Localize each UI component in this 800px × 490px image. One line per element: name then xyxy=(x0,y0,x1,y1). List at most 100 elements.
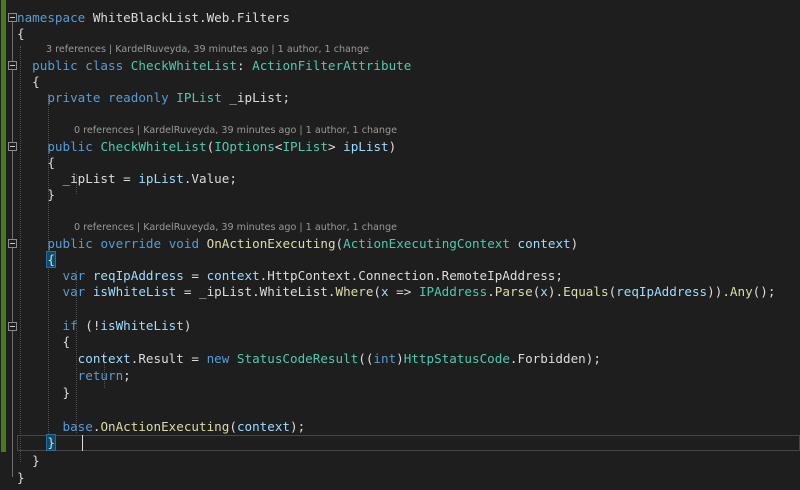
code-token: = _ipList.WhiteList. xyxy=(176,284,336,299)
collapse-class-icon[interactable] xyxy=(8,61,17,70)
code-line[interactable]: } xyxy=(17,470,25,486)
code-token: x xyxy=(381,284,389,299)
code-line[interactable]: private readonly IPList _ipList; xyxy=(17,90,290,106)
code-token: } xyxy=(62,385,71,400)
code-token: int xyxy=(373,351,397,366)
code-token: ActionExecutingContext xyxy=(343,236,510,251)
code-token: context xyxy=(517,236,571,251)
fold-line xyxy=(12,22,13,477)
code-line[interactable]: { xyxy=(17,155,55,171)
collapse-namespace-icon[interactable] xyxy=(8,13,17,22)
code-token: .Forbidden); xyxy=(509,351,601,366)
code-token: OnActionExecuting xyxy=(206,236,336,251)
code-line[interactable]: { xyxy=(17,74,40,90)
code-line[interactable]: { xyxy=(17,26,25,42)
current-line-highlight xyxy=(17,435,800,451)
code-token: ) xyxy=(570,236,579,251)
collapse-if-icon[interactable] xyxy=(8,322,17,331)
code-token: ActionFilterAttribute xyxy=(252,58,412,73)
code-token: Equals xyxy=(563,284,609,299)
code-token: return xyxy=(77,368,124,383)
code-line[interactable]: var reqIpAddress = context.HttpContext.C… xyxy=(17,268,563,284)
code-token: CheckWhiteList xyxy=(130,58,237,73)
code-token: ( xyxy=(335,236,344,251)
code-token: _ipList; xyxy=(221,90,291,105)
code-token: context xyxy=(77,351,131,366)
code-token: context xyxy=(206,268,260,283)
code-token: isWhiteList xyxy=(92,284,177,299)
code-token: var xyxy=(62,284,86,299)
code-token: Parse xyxy=(494,284,533,299)
code-token: namespace xyxy=(17,10,86,25)
code-line[interactable]: public class CheckWhiteList: ActionFilte… xyxy=(17,58,411,74)
change-tracking-bar xyxy=(1,0,6,452)
codelens-method[interactable]: 0 references | KardelRuveyda, 39 minutes… xyxy=(74,221,397,235)
code-editor[interactable]: namespace WhiteBlackList.Web.Filters { 3… xyxy=(0,0,800,490)
matched-brace: } xyxy=(46,434,56,451)
code-token: WhiteBlackList.Web.Filters xyxy=(85,10,290,25)
code-line[interactable]: } xyxy=(17,453,40,469)
code-token: ) xyxy=(396,351,404,366)
code-token: x xyxy=(540,284,548,299)
code-token: public xyxy=(47,236,93,251)
code-token: reqIpAddress xyxy=(92,268,184,283)
code-line[interactable]: { xyxy=(17,251,56,268)
code-token: isWhiteList xyxy=(100,318,184,333)
code-token: class xyxy=(85,58,124,73)
code-token: void xyxy=(168,236,200,251)
code-token: (( xyxy=(358,351,374,366)
codelens-class[interactable]: 3 references | KardelRuveyda, 39 minutes… xyxy=(46,43,369,57)
code-token: IPList xyxy=(282,139,328,154)
code-token: => xyxy=(388,284,419,299)
code-token: private xyxy=(47,90,101,105)
code-token: .Result = xyxy=(130,351,207,366)
code-token: reqIpAddress xyxy=(616,284,708,299)
code-token: = xyxy=(183,268,207,283)
code-token: base xyxy=(62,419,93,434)
code-token: (); xyxy=(752,284,776,299)
code-line[interactable]: } xyxy=(17,187,55,203)
code-token: ); xyxy=(290,419,306,434)
code-line[interactable]: if (!isWhiteList) xyxy=(17,318,192,334)
code-line[interactable]: var isWhiteList = _ipList.WhiteList.Wher… xyxy=(17,284,776,300)
code-line[interactable]: context.Result = new StatusCodeResult((i… xyxy=(17,351,601,367)
code-token: .Value; xyxy=(183,171,237,186)
collapse-method-icon[interactable] xyxy=(8,239,17,248)
code-token: > xyxy=(327,139,344,154)
code-token: . xyxy=(487,284,495,299)
code-line[interactable]: namespace WhiteBlackList.Web.Filters xyxy=(17,10,290,26)
code-line[interactable]: } xyxy=(17,434,56,451)
code-token: ( xyxy=(373,284,381,299)
code-token: HttpStatusCode xyxy=(403,351,510,366)
code-token: ipList xyxy=(343,139,389,154)
code-token: (! xyxy=(77,318,101,333)
code-line[interactable]: public override void OnActionExecuting(A… xyxy=(17,236,578,252)
text-cursor xyxy=(82,435,83,451)
codelens-constructor[interactable]: 0 references | KardelRuveyda, 39 minutes… xyxy=(74,124,397,138)
code-token: } xyxy=(32,453,40,468)
code-token: } xyxy=(47,187,55,202)
collapse-constructor-icon[interactable] xyxy=(8,142,17,151)
code-token: public xyxy=(32,58,78,73)
code-token: ) xyxy=(183,318,192,333)
code-line[interactable]: public CheckWhiteList(IOptions<IPList> i… xyxy=(17,139,396,155)
code-token: ) xyxy=(388,139,397,154)
code-line[interactable]: } xyxy=(17,385,71,401)
code-token: IPAddress xyxy=(418,284,488,299)
code-line[interactable]: _ipList = ipList.Value; xyxy=(17,171,237,187)
code-line[interactable]: { xyxy=(17,334,71,350)
code-line[interactable]: base.OnActionExecuting(context); xyxy=(17,419,306,435)
code-token: _ipList = xyxy=(62,171,139,186)
code-token: IOptions xyxy=(214,139,275,154)
code-line[interactable]: return; xyxy=(17,368,131,384)
code-token: ; xyxy=(123,368,131,383)
code-token: Where xyxy=(335,284,374,299)
code-token: readonly xyxy=(108,90,169,105)
code-token: ). xyxy=(547,284,564,299)
